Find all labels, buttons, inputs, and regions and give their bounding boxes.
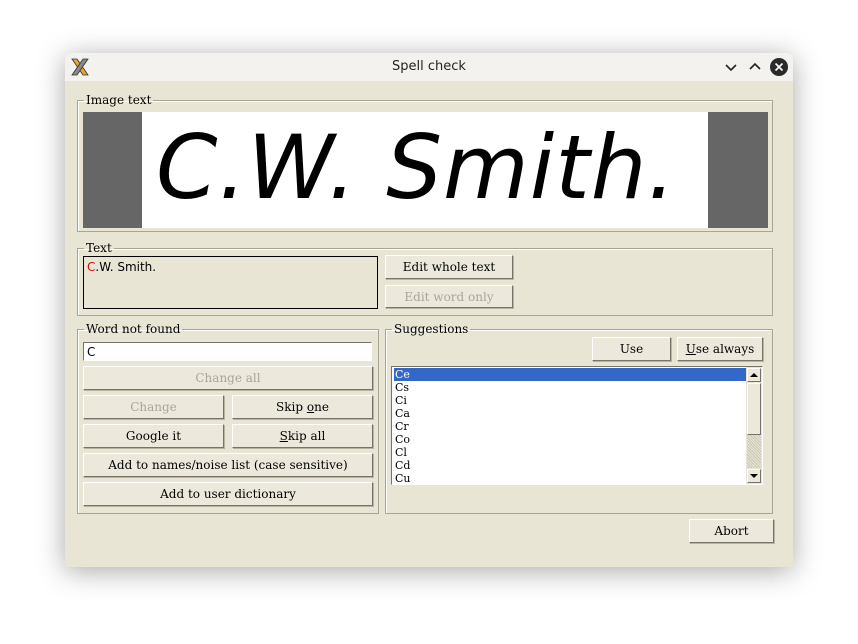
use-always-label: Use always — [685, 342, 755, 356]
image-text-legend: Image text — [86, 93, 152, 107]
skip-one-button[interactable]: Skip one — [232, 395, 373, 419]
image-preview: C.W. Smith. — [83, 112, 768, 228]
skip-all-button[interactable]: Skip all — [232, 424, 373, 448]
change-button[interactable]: Change — [83, 395, 224, 419]
scroll-track[interactable] — [747, 435, 761, 468]
word-not-found-legend: Word not found — [86, 322, 181, 336]
image-preview-canvas: C.W. Smith. — [142, 112, 708, 228]
image-preview-text: C.W. Smith. — [156, 116, 677, 219]
add-to-names-list-button[interactable]: Add to names/noise list (case sensitive) — [83, 453, 373, 477]
use-label: Use — [619, 342, 644, 356]
abort-button[interactable]: Abort — [689, 519, 774, 543]
abort-label: Abort — [714, 524, 749, 538]
word-input[interactable]: C — [83, 342, 372, 361]
close-icon[interactable] — [769, 57, 789, 77]
recognized-text-rest: .W. Smith. — [95, 260, 157, 274]
scroll-thumb[interactable] — [747, 383, 761, 435]
minimize-icon[interactable] — [721, 57, 741, 77]
skip-all-label: Skip all — [279, 429, 326, 443]
change-all-label: Change all — [195, 371, 261, 385]
scroll-up-arrow[interactable] — [747, 368, 761, 382]
scroll-down-arrow[interactable] — [747, 469, 761, 483]
window-title: Spell check — [392, 59, 466, 74]
list-item[interactable]: Cs — [394, 381, 747, 394]
suggestions-legend: Suggestions — [394, 322, 469, 336]
change-label: Change — [130, 400, 177, 414]
edit-whole-text-label: Edit whole text — [402, 260, 496, 274]
use-button[interactable]: Use — [592, 337, 671, 361]
triangle-down-icon — [750, 474, 758, 478]
edit-whole-text-button[interactable]: Edit whole text — [385, 255, 513, 279]
google-it-label: Google it — [125, 429, 182, 443]
list-item[interactable]: Cu — [394, 472, 747, 484]
add-to-user-dictionary-label: Add to user dictionary — [160, 487, 296, 501]
add-to-names-list-label: Add to names/noise list (case sensitive) — [108, 458, 348, 472]
skip-one-label: Skip one — [276, 400, 329, 414]
recognized-text-box[interactable]: C.W. Smith. — [83, 256, 378, 309]
list-item[interactable]: Cl — [394, 446, 747, 459]
list-item[interactable]: Co — [394, 433, 747, 446]
change-all-button[interactable]: Change all — [83, 366, 373, 390]
list-item[interactable]: Cd — [394, 459, 747, 472]
maximize-icon[interactable] — [745, 57, 765, 77]
list-item[interactable]: Ce — [394, 368, 747, 381]
google-it-button[interactable]: Google it — [83, 424, 224, 448]
triangle-up-icon — [750, 373, 758, 377]
list-item[interactable]: Ci — [394, 394, 747, 407]
edit-word-only-label: Edit word only — [404, 289, 494, 304]
list-item[interactable]: Cr — [394, 420, 747, 433]
use-always-button[interactable]: Use always — [677, 337, 763, 361]
list-item[interactable]: Ca — [394, 407, 747, 420]
edit-word-only-button[interactable]: Edit word only — [385, 285, 513, 308]
add-to-user-dictionary-button[interactable]: Add to user dictionary — [83, 482, 373, 506]
title-bar[interactable]: Spell check — [65, 53, 793, 81]
suggestions-list[interactable]: Ce Cs Ci Ca Cr Co Cl Cd Cu — [391, 366, 763, 485]
word-input-value: C — [87, 345, 96, 359]
text-legend: Text — [86, 241, 112, 255]
suggestions-scrollbar[interactable] — [746, 367, 762, 484]
